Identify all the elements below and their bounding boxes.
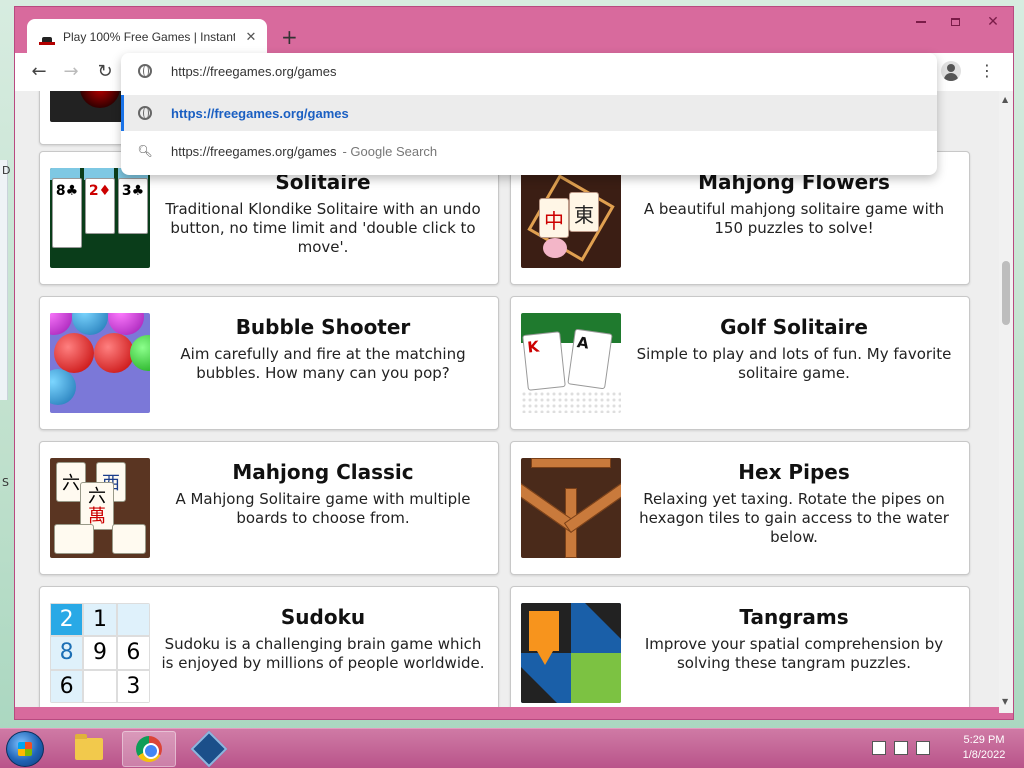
scroll-down-arrow-icon[interactable]: ▼: [1002, 697, 1008, 706]
suggestion-source: - Google Search: [342, 143, 438, 159]
globe-icon: [137, 63, 153, 79]
taskbar-clock[interactable]: 5:29 PM 1/8/2022: [952, 733, 1016, 763]
game-card-golf-solitaire[interactable]: K A Golf Solitaire Simple to play and lo…: [510, 296, 970, 430]
mahjong-tile: 中: [539, 198, 569, 238]
sudoku-cell: [83, 669, 117, 703]
mahjong-classic-thumbnail: 六 西 六萬: [50, 458, 150, 558]
playing-card: A: [567, 328, 613, 390]
solitaire-thumbnail: 8♣ 2♦ 3♣: [50, 168, 150, 268]
desktop-window-edge: [0, 160, 8, 400]
globe-icon: [137, 105, 153, 121]
game-description: Improve your spatial comprehension by so…: [644, 635, 944, 672]
sudoku-cell: 2: [50, 603, 84, 637]
suggestion-query: https://freegames.org/games: [171, 143, 337, 159]
close-window-button[interactable]: ✕: [975, 11, 1011, 33]
browser-tab[interactable]: Play 100% Free Games | Instant G ✕: [27, 19, 267, 55]
profile-avatar-icon[interactable]: [941, 61, 961, 81]
address-input[interactable]: https://freegames.org/games: [171, 64, 336, 79]
playing-card: 3♣: [118, 178, 148, 234]
sudoku-cell: 3: [116, 669, 150, 703]
game-title[interactable]: Hex Pipes: [629, 460, 959, 484]
omnibox-suggestion[interactable]: 🔍︎ https://freegames.org/games - Google …: [121, 133, 937, 169]
volume-icon[interactable]: [916, 741, 930, 755]
sudoku-cell: 1: [83, 603, 117, 637]
chrome-icon: [136, 736, 162, 762]
game-description: Traditional Klondike Solitaire with an u…: [165, 200, 481, 256]
mahjong-tile: 東: [569, 192, 599, 232]
virtualbox-icon: [190, 730, 228, 768]
sudoku-cell: 8: [50, 636, 84, 670]
game-card-mahjong-classic[interactable]: 六 西 六萬 Mahjong Classic A Mahjong Solitai…: [39, 441, 499, 575]
golf-solitaire-thumbnail: K A: [521, 313, 621, 413]
system-tray: [872, 741, 930, 755]
bubble-shooter-thumbnail: [50, 313, 150, 413]
game-description: Sudoku is a challenging brain game which…: [161, 635, 485, 672]
tab-title: Play 100% Free Games | Instant G: [63, 30, 235, 44]
page-scrollbar[interactable]: ▲ ▼: [999, 91, 1013, 713]
mahjong-tile: 六萬: [80, 482, 114, 530]
game-title[interactable]: Bubble Shooter: [158, 315, 488, 339]
back-button[interactable]: ←: [27, 61, 51, 85]
network-icon[interactable]: [894, 741, 908, 755]
omnibox-suggestion[interactable]: https://freegames.org/games: [121, 95, 937, 131]
mahjong-flowers-thumbnail: 中 東: [521, 168, 621, 268]
desktop-glyph: S: [2, 476, 9, 489]
minimize-button[interactable]: [905, 11, 937, 33]
address-bar[interactable]: https://freegames.org/games: [121, 53, 937, 89]
sudoku-cell: 6: [50, 669, 84, 703]
sudoku-cell: 6: [116, 636, 150, 670]
game-description: Aim carefully and fire at the matching b…: [180, 345, 466, 382]
game-title[interactable]: Golf Solitaire: [629, 315, 959, 339]
forward-button[interactable]: →: [59, 61, 83, 85]
game-card-hex-pipes[interactable]: Hex Pipes Relaxing yet taxing. Rotate th…: [510, 441, 970, 575]
clock-date: 1/8/2022: [962, 749, 1006, 761]
folder-icon: [75, 734, 103, 760]
scroll-up-arrow-icon[interactable]: ▲: [1002, 95, 1008, 104]
game-card-tangrams[interactable]: Tangrams Improve your spatial comprehens…: [510, 586, 970, 707]
game-description: Relaxing yet taxing. Rotate the pipes on…: [639, 490, 949, 546]
sudoku-thumbnail: 2 1 8 9 6 6 3: [50, 603, 150, 703]
maximize-button[interactable]: [939, 11, 971, 33]
clock-time: 5:29 PM: [963, 734, 1005, 746]
game-title[interactable]: Sudoku: [158, 605, 488, 629]
game-description: A Mahjong Solitaire game with multiple b…: [175, 490, 471, 527]
playing-card: 2♦: [85, 178, 115, 234]
game-title[interactable]: Mahjong Classic: [158, 460, 488, 484]
top-hat-icon: [39, 29, 55, 45]
tab-strip: Play 100% Free Games | Instant G ✕ + ✕: [15, 7, 1013, 55]
tangrams-thumbnail: [521, 603, 621, 703]
start-button[interactable]: [6, 731, 44, 767]
hex-pipes-thumbnail: [521, 458, 621, 558]
playing-card: K: [522, 331, 566, 391]
search-icon: 🔍︎: [137, 144, 153, 158]
sudoku-cell: [116, 603, 150, 637]
game-card-bubble-shooter[interactable]: Bubble Shooter Aim carefully and fire at…: [39, 296, 499, 430]
playing-card: 8♣: [52, 178, 82, 248]
game-title[interactable]: Tangrams: [629, 605, 959, 629]
sudoku-cell: 9: [83, 636, 117, 670]
game-description: A beautiful mahjong solitaire game with …: [643, 200, 945, 237]
game-description: Simple to play and lots of fun. My favor…: [636, 345, 952, 382]
taskbar: 5:29 PM 1/8/2022: [0, 728, 1024, 768]
reload-button[interactable]: ↻: [93, 61, 117, 85]
virtualbox-button[interactable]: [182, 730, 236, 768]
chrome-window: Play 100% Free Games | Instant G ✕ + ✕ ←…: [14, 6, 1014, 720]
desktop-glyph: D: [2, 164, 11, 177]
new-tab-button[interactable]: +: [281, 25, 298, 49]
page-viewport: 8♣ 2♦ 3♣ Solitaire Traditional Klondike …: [15, 91, 999, 707]
suggestion-url: https://freegames.org/games: [171, 105, 349, 121]
game-card-sudoku[interactable]: 2 1 8 9 6 6 3 Sudoku Sudoku is a challen…: [39, 586, 499, 707]
omnibox-dropdown: https://freegames.org/games https://free…: [121, 53, 937, 175]
chrome-taskbar-button[interactable]: [122, 731, 176, 767]
action-center-flag-icon[interactable]: [872, 741, 886, 755]
menu-icon[interactable]: ⋮: [979, 61, 995, 80]
close-icon[interactable]: ✕: [243, 30, 259, 45]
scroll-thumb[interactable]: [1002, 261, 1010, 325]
file-explorer-button[interactable]: [62, 731, 116, 767]
